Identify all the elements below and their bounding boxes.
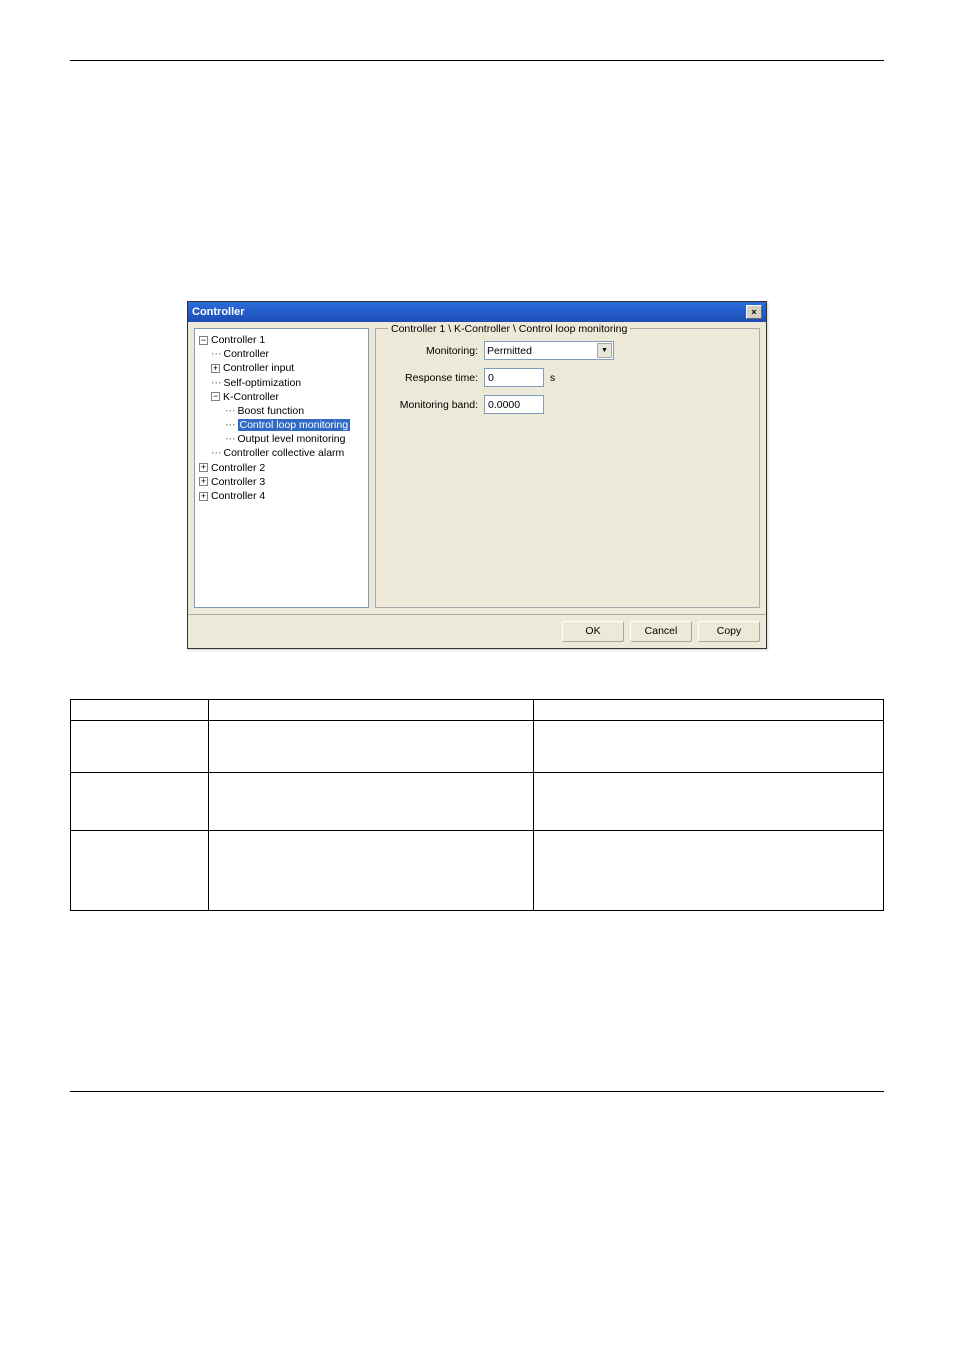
- monitoring-label: Monitoring:: [384, 345, 484, 357]
- dialog-body: −Controller 1 ⋯Controller +Controller in…: [188, 322, 766, 614]
- table-row: [71, 831, 884, 911]
- tree-node-controller-input[interactable]: +Controller input: [197, 361, 366, 375]
- table-cell: [71, 773, 209, 831]
- expand-icon[interactable]: +: [211, 364, 220, 373]
- table-cell: [209, 831, 534, 911]
- tree-node-controller1[interactable]: −Controller 1: [197, 333, 366, 347]
- tree-node-boost-function[interactable]: ⋯Boost function: [197, 404, 366, 418]
- dialog-title: Controller: [192, 306, 245, 318]
- tree-connector: ⋯: [211, 376, 222, 390]
- chevron-down-icon: ▼: [597, 343, 612, 358]
- titlebar: Controller ×: [188, 302, 766, 322]
- table-header: [209, 700, 534, 721]
- fieldset-legend: Controller 1 \ K-Controller \ Control lo…: [388, 323, 630, 335]
- table-cell: [534, 773, 884, 831]
- close-icon: ×: [751, 307, 756, 317]
- tree-connector: ⋯: [225, 404, 236, 418]
- top-divider: [70, 60, 884, 61]
- table-cell: [534, 831, 884, 911]
- copy-button[interactable]: Copy: [698, 621, 760, 642]
- table-header: [534, 700, 884, 721]
- tree-node-controller4[interactable]: +Controller 4: [197, 489, 366, 503]
- tree-connector: ⋯: [211, 446, 222, 460]
- table-cell: [209, 721, 534, 773]
- table-header-row: [71, 700, 884, 721]
- controller-dialog: Controller × −Controller 1 ⋯Controller +…: [187, 301, 767, 649]
- table-cell: [534, 721, 884, 773]
- tree-node-control-loop-monitoring[interactable]: ⋯Control loop monitoring: [197, 418, 366, 432]
- expand-icon[interactable]: +: [199, 492, 208, 501]
- tree-connector: ⋯: [211, 347, 222, 361]
- tree-node-k-controller[interactable]: −K-Controller: [197, 390, 366, 404]
- response-time-label: Response time:: [384, 372, 484, 384]
- monitoring-select[interactable]: Permitted ▼: [484, 341, 614, 360]
- tree-connector: ⋯: [225, 418, 236, 432]
- bottom-divider: [70, 1091, 884, 1092]
- monitoring-band-input[interactable]: [484, 395, 544, 414]
- expand-icon[interactable]: +: [199, 477, 208, 486]
- table-cell: [71, 831, 209, 911]
- dialog-footer: OK Cancel Copy: [188, 614, 766, 648]
- close-button[interactable]: ×: [746, 305, 762, 319]
- fieldset: Controller 1 \ K-Controller \ Control lo…: [375, 328, 760, 608]
- tree-node-controller[interactable]: ⋯Controller: [197, 347, 366, 361]
- expand-icon[interactable]: +: [199, 463, 208, 472]
- tree-node-output-level-monitoring[interactable]: ⋯Output level monitoring: [197, 432, 366, 446]
- form-panel: Controller 1 \ K-Controller \ Control lo…: [375, 328, 760, 608]
- monitoring-value: Permitted: [487, 345, 532, 357]
- table-cell: [209, 773, 534, 831]
- table-row: [71, 773, 884, 831]
- table-cell: [71, 721, 209, 773]
- tree-node-self-optimization[interactable]: ⋯Self-optimization: [197, 376, 366, 390]
- doc-table: [70, 699, 884, 911]
- row-response-time: Response time: s: [384, 368, 751, 387]
- collapse-icon[interactable]: −: [199, 336, 208, 345]
- response-time-unit: s: [550, 372, 555, 384]
- tree-connector: ⋯: [225, 432, 236, 446]
- ok-button[interactable]: OK: [562, 621, 624, 642]
- row-monitoring-band: Monitoring band:: [384, 395, 751, 414]
- row-monitoring: Monitoring: Permitted ▼: [384, 341, 751, 360]
- tree-node-collective-alarm[interactable]: ⋯Controller collective alarm: [197, 446, 366, 460]
- tree-node-controller2[interactable]: +Controller 2: [197, 461, 366, 475]
- tree-node-controller3[interactable]: +Controller 3: [197, 475, 366, 489]
- table-row: [71, 721, 884, 773]
- table-header: [71, 700, 209, 721]
- response-time-input[interactable]: [484, 368, 544, 387]
- collapse-icon[interactable]: −: [211, 392, 220, 401]
- monitoring-band-label: Monitoring band:: [384, 399, 484, 411]
- tree-panel[interactable]: −Controller 1 ⋯Controller +Controller in…: [194, 328, 369, 608]
- cancel-button[interactable]: Cancel: [630, 621, 692, 642]
